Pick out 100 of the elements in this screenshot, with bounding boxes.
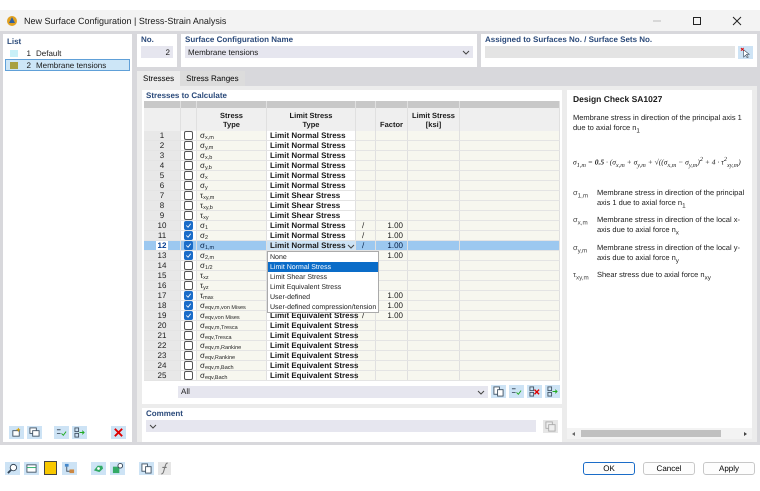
app-logo-icon bbox=[6, 14, 18, 26]
limit-type: Limit Normal Stress bbox=[270, 241, 346, 250]
tab[interactable]: Stress Ranges bbox=[180, 71, 245, 86]
checkbox[interactable] bbox=[184, 371, 193, 380]
limit-type: Limit Equivalent Stress bbox=[270, 361, 358, 370]
checkbox[interactable] bbox=[184, 251, 193, 260]
stress-type: σ$_{eqv,m,Bach}$ bbox=[200, 361, 234, 370]
checkbox[interactable] bbox=[184, 141, 193, 150]
copy-button[interactable] bbox=[139, 462, 154, 474]
structure-button[interactable] bbox=[62, 462, 77, 474]
search-button[interactable] bbox=[5, 462, 20, 474]
stress-type: σ$_{1/2}$ bbox=[200, 261, 213, 270]
checkbox[interactable] bbox=[184, 221, 193, 230]
assigned-label: Assigned to Surfaces No. / Surface Sets No. bbox=[484, 34, 654, 45]
stress-type: σ$_{x,m}$ bbox=[200, 131, 214, 140]
limit-type: Limit Equivalent Stress bbox=[270, 331, 358, 340]
checkbox[interactable] bbox=[184, 361, 193, 370]
stress-type: τ$_{xy,m}$ bbox=[200, 191, 214, 200]
checkbox[interactable] bbox=[184, 341, 193, 350]
stress-type: σ$_{eqv,von Mises}$ bbox=[200, 311, 240, 320]
factor-value: 1.00 bbox=[387, 241, 403, 250]
checkbox[interactable] bbox=[184, 291, 193, 300]
checkbox[interactable] bbox=[184, 281, 193, 290]
stress-type: σ$_{eqv,Bach}$ bbox=[200, 371, 228, 380]
new-item-button[interactable] bbox=[9, 426, 24, 439]
stress-type: σ$_{eqv,Tresca}$ bbox=[200, 331, 232, 340]
stress-type: σ$_{1,m}$ bbox=[200, 241, 214, 250]
list-item[interactable]: 1 Default bbox=[5, 47, 130, 59]
dialog-button[interactable]: Apply bbox=[703, 462, 755, 474]
table-copy-button[interactable] bbox=[491, 385, 506, 398]
limit-type: Limit Shear Stress bbox=[270, 201, 340, 210]
stress-type: σ$_{eqv,m,von Mises}$ bbox=[200, 301, 246, 310]
checkbox[interactable] bbox=[184, 131, 193, 140]
checkbox[interactable] bbox=[184, 231, 193, 240]
check-all-button[interactable] bbox=[509, 385, 524, 398]
limit-type: Limit Equivalent Stress bbox=[270, 351, 358, 360]
stress-type: σ$_{2,m}$ bbox=[200, 251, 214, 260]
checkbox[interactable] bbox=[184, 191, 193, 200]
scroll-left-icon[interactable] bbox=[571, 430, 577, 436]
checkbox[interactable] bbox=[184, 261, 193, 270]
list-item[interactable]: 2 Membrane tensions bbox=[5, 59, 130, 71]
stress-type: τ$_{max}$ bbox=[200, 291, 214, 300]
limit-type: Limit Normal Stress bbox=[270, 131, 346, 140]
window-title: New Surface Configuration | Stress-Strain Analysis bbox=[24, 16, 226, 26]
factor-value: 1.00 bbox=[387, 231, 403, 240]
delete-button[interactable] bbox=[111, 426, 126, 439]
row-number[interactable]: 12 bbox=[156, 241, 168, 250]
tab[interactable]: Stresses bbox=[137, 71, 180, 86]
checkbox[interactable] bbox=[184, 151, 193, 160]
dialog-button[interactable]: OK bbox=[583, 462, 635, 474]
checkbox[interactable] bbox=[184, 161, 193, 170]
checkbox[interactable] bbox=[184, 171, 193, 180]
dialog-button[interactable]: Cancel bbox=[643, 462, 695, 474]
checkbox[interactable] bbox=[184, 181, 193, 190]
horizontal-scrollbar[interactable] bbox=[567, 428, 752, 439]
check-all-button[interactable] bbox=[54, 426, 69, 439]
stress-type: σ$_{eqv,m,Rankine}$ bbox=[200, 341, 242, 350]
checkbox[interactable] bbox=[184, 321, 193, 330]
toggle-all-button[interactable] bbox=[545, 385, 560, 398]
copy-button[interactable] bbox=[27, 426, 42, 439]
checkbox[interactable] bbox=[184, 211, 193, 220]
stress-type: σ$_{2}$ bbox=[200, 231, 208, 240]
scroll-right-icon[interactable] bbox=[742, 430, 748, 436]
checkbox[interactable] bbox=[184, 301, 193, 310]
name-label: Surface Configuration Name bbox=[184, 34, 294, 45]
limit-type: Limit Shear Stress bbox=[270, 211, 340, 220]
number-field[interactable]: 2 bbox=[141, 46, 173, 58]
factor-value: 1.00 bbox=[387, 251, 403, 260]
function-icon[interactable] bbox=[158, 462, 171, 474]
limit-type: Limit Equivalent Stress bbox=[270, 371, 358, 380]
uncheck-all-button[interactable] bbox=[527, 385, 542, 398]
name-dropdown[interactable]: Membrane tensions bbox=[185, 46, 473, 58]
operator: / bbox=[362, 241, 364, 250]
color-button[interactable] bbox=[43, 462, 58, 474]
caret-icon[interactable] bbox=[347, 242, 355, 250]
stress-type: σ$_{y,m}$ bbox=[200, 141, 214, 150]
design-check-title: Design Check SA1027 bbox=[573, 94, 662, 104]
operator: / bbox=[362, 221, 364, 230]
limit-type: Limit Equivalent Stress bbox=[270, 311, 358, 320]
pick-button[interactable] bbox=[738, 46, 753, 58]
limit-type: Limit Normal Stress bbox=[270, 141, 346, 150]
caret-icon bbox=[462, 48, 470, 56]
checkbox[interactable] bbox=[184, 201, 193, 210]
checkbox[interactable] bbox=[184, 271, 193, 280]
checkbox[interactable] bbox=[184, 311, 193, 320]
checkbox[interactable] bbox=[184, 241, 193, 250]
caret-icon bbox=[149, 422, 157, 430]
toggle-all-button[interactable] bbox=[72, 426, 87, 439]
comment-field[interactable] bbox=[146, 420, 536, 432]
assigned-field[interactable] bbox=[485, 46, 735, 58]
operator: / bbox=[362, 231, 364, 240]
maximize-icon[interactable] bbox=[692, 16, 702, 26]
factor-value: 1.00 bbox=[387, 311, 403, 320]
checkbox[interactable] bbox=[184, 351, 193, 360]
caret-icon bbox=[477, 388, 485, 396]
stresses-title: Stresses to Calculate bbox=[145, 90, 228, 101]
filter-dropdown[interactable]: All bbox=[178, 386, 488, 398]
close-icon[interactable] bbox=[732, 16, 742, 26]
checkbox[interactable] bbox=[184, 331, 193, 340]
stress-type: σ$_{eqv,m,Tresca}$ bbox=[200, 321, 238, 330]
